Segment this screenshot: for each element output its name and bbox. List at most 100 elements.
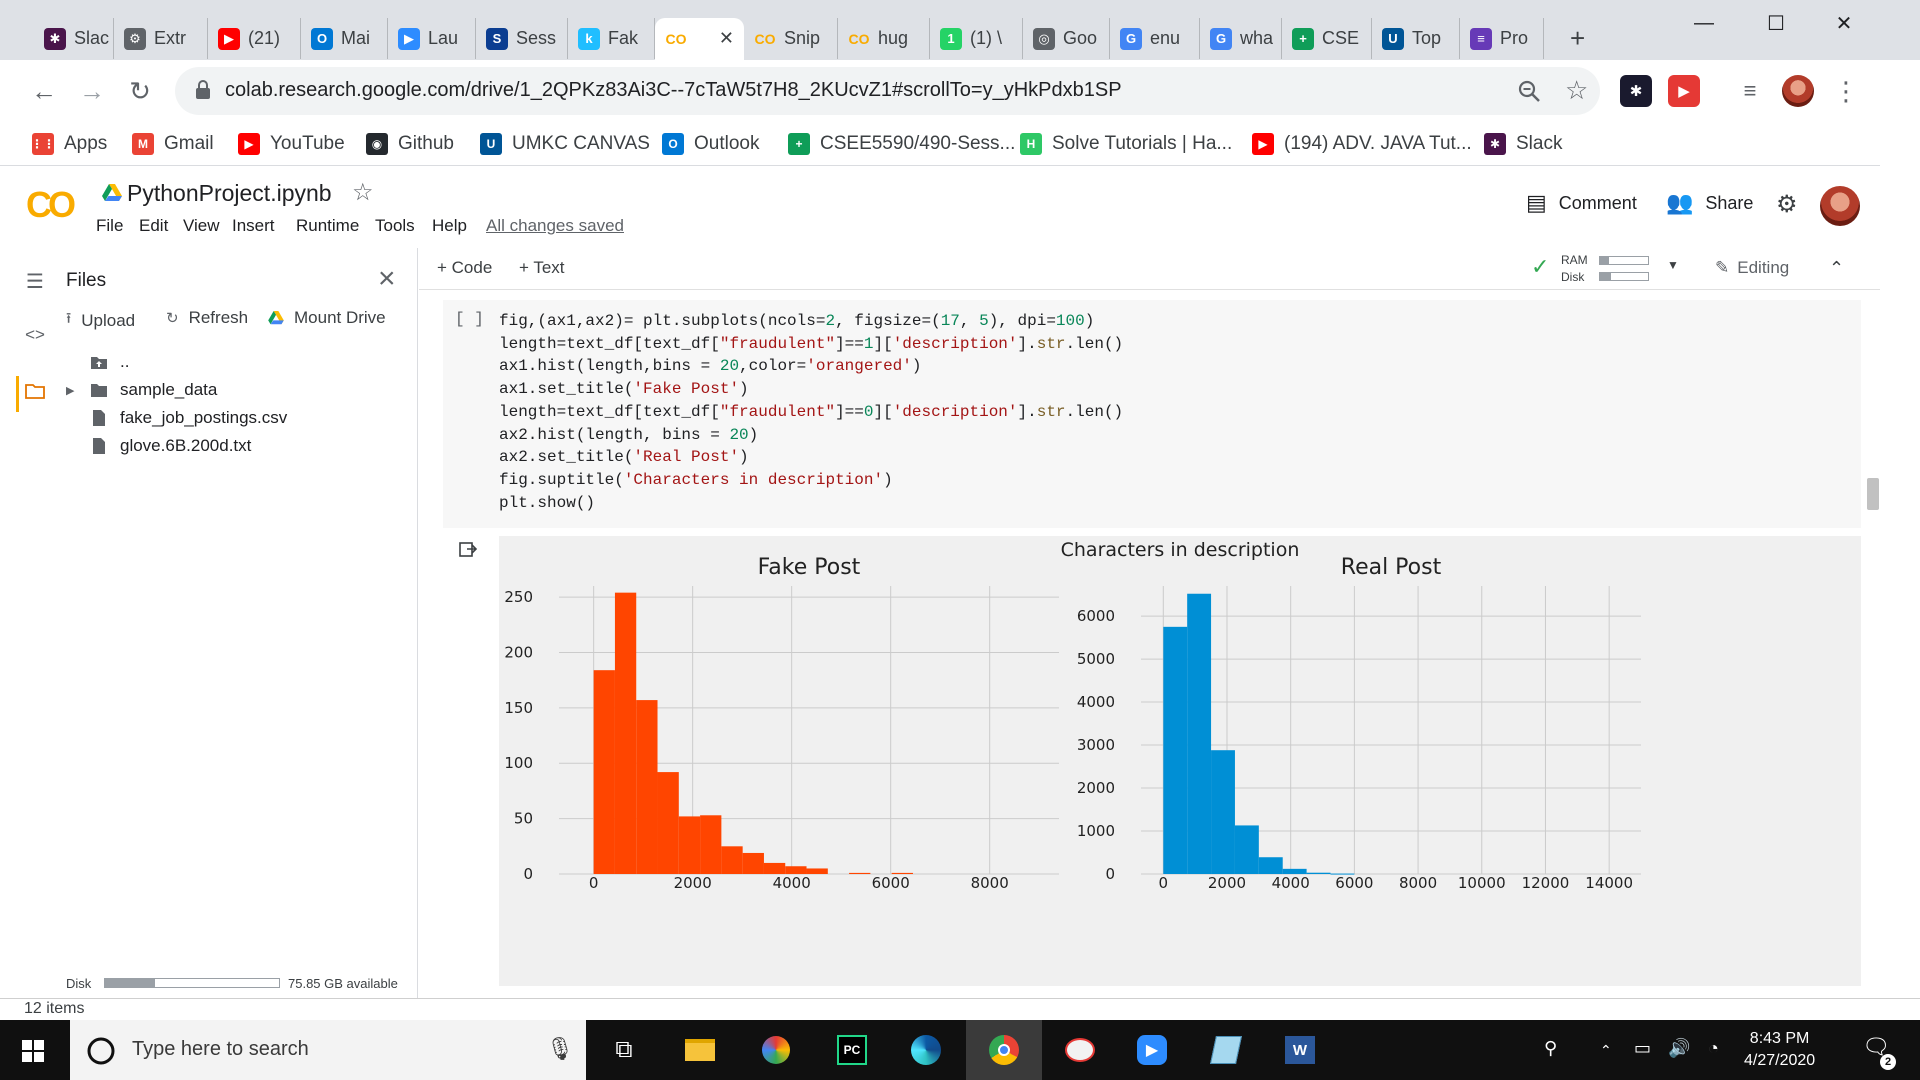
tab-9[interactable]: CO hug bbox=[838, 18, 930, 59]
people-icon[interactable]: ⚲ bbox=[1544, 1038, 1557, 1059]
tab-7[interactable]: CO ✕ bbox=[655, 18, 744, 60]
bookmark-6[interactable]: + CSEE5590/490-Sess... bbox=[788, 130, 1015, 158]
maximize-icon[interactable]: ☐ bbox=[1742, 6, 1810, 40]
tree-item-parent[interactable]: .. bbox=[90, 352, 129, 372]
word-icon[interactable]: W bbox=[1280, 1030, 1320, 1070]
avatar[interactable] bbox=[1820, 186, 1860, 226]
tab-1[interactable]: ⚙ Extr bbox=[114, 18, 208, 59]
tab-10[interactable]: 1 (1) \ bbox=[930, 18, 1023, 59]
file-explorer-icon[interactable] bbox=[680, 1030, 720, 1070]
expand-arrow-icon[interactable]: ▶ bbox=[66, 384, 90, 397]
tab-3[interactable]: O Mai bbox=[301, 18, 388, 59]
share-button[interactable]: 👥 Share bbox=[1666, 190, 1753, 216]
bookmark-8[interactable]: ▶ (194) ADV. JAVA Tut... bbox=[1252, 130, 1472, 158]
tab-14[interactable]: + CSE bbox=[1282, 18, 1372, 59]
code-editor[interactable]: fig,(ax1,ax2)= plt.subplots(ncols=2, fig… bbox=[499, 310, 1123, 514]
media-queue-icon[interactable]: ≡ bbox=[1730, 71, 1770, 111]
menu-help[interactable]: Help bbox=[432, 216, 467, 236]
saved-status-link[interactable]: All changes saved bbox=[486, 216, 624, 236]
bookmark-0[interactable]: ⋮⋮ Apps bbox=[31, 130, 107, 158]
mount-drive-button[interactable]: Mount Drive bbox=[268, 308, 386, 328]
tab-2[interactable]: ▶ (21) bbox=[208, 18, 301, 59]
chevron-up-icon[interactable]: ⌃ bbox=[1600, 1042, 1612, 1059]
pycharm-icon[interactable]: PC bbox=[832, 1030, 872, 1070]
extension-media-icon[interactable]: ▶ bbox=[1668, 75, 1700, 107]
bookmark-2[interactable]: ▶ YouTube bbox=[238, 130, 345, 158]
code-snippets-icon[interactable]: <> bbox=[24, 324, 46, 346]
resources-indicator[interactable]: RAM Disk bbox=[1561, 252, 1588, 286]
tab-13[interactable]: Gwha bbox=[1200, 18, 1282, 59]
scrollbar-thumb[interactable] bbox=[1867, 478, 1879, 510]
add-code-button[interactable]: + Code bbox=[437, 258, 492, 278]
snipping-tool-icon[interactable] bbox=[756, 1030, 796, 1070]
menu-runtime[interactable]: Runtime bbox=[296, 216, 359, 236]
refresh-button[interactable]: ↻ Refresh bbox=[166, 308, 248, 328]
bookmark-7[interactable]: H Solve Tutorials | Ha... bbox=[1020, 130, 1232, 158]
taskbar-search[interactable]: Type here to search 🎙 bbox=[70, 1020, 586, 1080]
tree-item-glove[interactable]: glove.6B.200d.txt bbox=[90, 436, 251, 456]
new-tab-button[interactable]: + bbox=[1560, 18, 1604, 59]
chrome-menu-icon[interactable]: ⋮ bbox=[1826, 71, 1866, 111]
minimize-icon[interactable]: — bbox=[1670, 6, 1738, 40]
windows-start-icon[interactable] bbox=[22, 1040, 44, 1062]
run-cell-button[interactable]: [ ] bbox=[455, 310, 484, 328]
volume-icon[interactable]: 🔊 bbox=[1668, 1038, 1690, 1059]
tab-11[interactable]: ◎ Goo bbox=[1023, 18, 1110, 59]
tab-6[interactable]: k Fak bbox=[568, 18, 655, 59]
bookmark-3[interactable]: ◉ Github bbox=[366, 130, 454, 158]
address-bar[interactable]: colab.research.google.com/drive/1_2QPKz8… bbox=[175, 67, 1600, 115]
zoom-app-icon[interactable]: ▶ bbox=[1132, 1030, 1172, 1070]
notebook-title[interactable]: PythonProject.ipynb bbox=[127, 180, 332, 207]
colab-logo[interactable]: CO bbox=[26, 184, 76, 226]
bookmark-5[interactable]: O Outlook bbox=[662, 130, 759, 158]
add-text-button[interactable]: + Text bbox=[519, 258, 565, 278]
tab-5[interactable]: S Sess bbox=[476, 18, 568, 59]
close-window-icon[interactable]: ✕ bbox=[1810, 6, 1878, 40]
reload-button[interactable]: ↻ bbox=[120, 71, 160, 111]
menu-tools[interactable]: Tools bbox=[375, 216, 415, 236]
edge-icon[interactable] bbox=[906, 1030, 946, 1070]
notepad-icon[interactable] bbox=[1206, 1030, 1246, 1070]
bookmark-star-icon[interactable]: ☆ bbox=[1565, 75, 1588, 106]
tab-12[interactable]: Genu bbox=[1110, 18, 1200, 59]
menu-insert[interactable]: Insert bbox=[232, 216, 275, 236]
tree-item-sample-data[interactable]: ▶ sample_data bbox=[66, 380, 217, 400]
tab-0[interactable]: ✱ Slac bbox=[34, 18, 114, 59]
menu-view[interactable]: View bbox=[183, 216, 220, 236]
menu-edit[interactable]: Edit bbox=[139, 216, 168, 236]
tree-item-fake-job-postings[interactable]: fake_job_postings.csv bbox=[90, 408, 287, 428]
extension-slack-icon[interactable]: ✱ bbox=[1620, 75, 1652, 107]
bookmark-1[interactable]: M Gmail bbox=[132, 130, 214, 158]
tab-16[interactable]: ≡ Pro bbox=[1460, 18, 1544, 59]
chrome-icon[interactable] bbox=[984, 1030, 1024, 1070]
chevron-up-icon[interactable]: ⌃ bbox=[1829, 258, 1844, 279]
chevron-down-icon[interactable]: ▼ bbox=[1667, 258, 1679, 272]
star-icon[interactable]: ☆ bbox=[352, 178, 374, 207]
zoom-icon[interactable] bbox=[1517, 79, 1541, 103]
folder-icon[interactable] bbox=[24, 380, 46, 402]
wifi-icon[interactable]: ◔ bbox=[1708, 1038, 1719, 1059]
settings-gear-icon[interactable]: ⚙ bbox=[1776, 190, 1798, 219]
editing-button[interactable]: ✎ Editing bbox=[1715, 258, 1789, 278]
tab-4[interactable]: ▶ Lau bbox=[388, 18, 476, 59]
output-actions-icon[interactable] bbox=[459, 540, 477, 558]
forward-button[interactable]: → bbox=[72, 71, 112, 111]
upload-button[interactable]: ⭱ Upload bbox=[66, 308, 135, 333]
comment-button[interactable]: ▤ Comment bbox=[1526, 190, 1637, 216]
table-of-contents-icon[interactable]: ☰ bbox=[24, 270, 46, 293]
close-icon[interactable]: × bbox=[378, 262, 396, 296]
microphone-icon[interactable]: 🎙 bbox=[546, 1036, 574, 1062]
profile-avatar[interactable] bbox=[1782, 75, 1814, 107]
tab-15[interactable]: U Top bbox=[1372, 18, 1460, 59]
paint-icon[interactable] bbox=[1060, 1030, 1100, 1070]
battery-icon[interactable]: ▭ bbox=[1634, 1038, 1651, 1059]
x-tick-label: 2000 bbox=[674, 874, 712, 892]
menu-file[interactable]: File bbox=[96, 216, 123, 236]
close-tab-icon[interactable]: ✕ bbox=[719, 28, 734, 49]
back-button[interactable]: ← bbox=[24, 71, 64, 111]
bookmark-4[interactable]: U UMKC CANVAS bbox=[480, 130, 650, 158]
tab-8[interactable]: CO Snip bbox=[744, 18, 838, 59]
system-clock[interactable]: 8:43 PM 4/27/2020 bbox=[1744, 1028, 1815, 1072]
task-view-icon[interactable]: ⧉ bbox=[604, 1030, 644, 1070]
bookmark-9[interactable]: ✱ Slack bbox=[1484, 130, 1562, 158]
